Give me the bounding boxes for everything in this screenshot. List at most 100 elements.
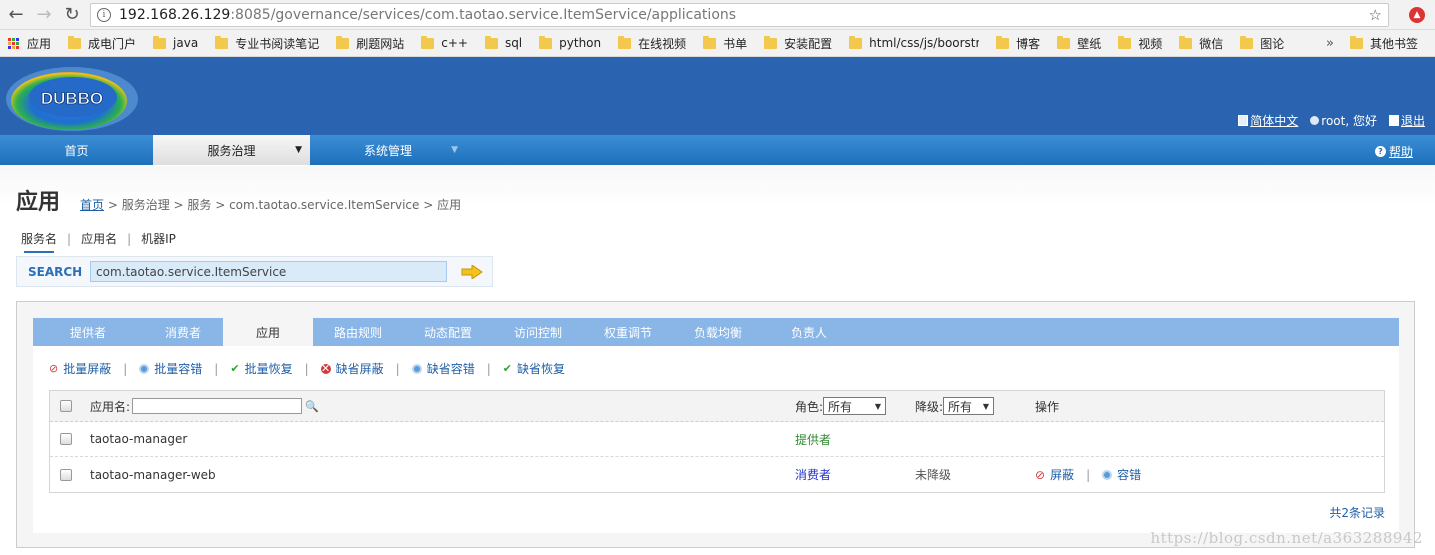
main-menu: 首页 服务治理 ▼ 系统管理 ▼ ? 帮助 xyxy=(0,135,1435,165)
search-input[interactable] xyxy=(90,261,447,282)
bookmark-item[interactable]: 博客 xyxy=(996,35,1040,52)
ops-header: 操作 xyxy=(1035,399,1060,414)
role-select[interactable]: 所有 ▼ xyxy=(823,397,887,415)
table-row: taotao-manager-web 消费者 未降级 ⊘ 屏蔽 | 容错 xyxy=(50,457,1384,492)
bookmark-item[interactable]: 视频 xyxy=(1118,35,1162,52)
folder-icon xyxy=(484,35,498,49)
bookmark-star-icon[interactable]: ☆ xyxy=(1369,6,1382,24)
tab-owners[interactable]: 负责人 xyxy=(763,318,855,346)
bookmark-item[interactable]: 在线视频 xyxy=(618,35,686,52)
page-title: 应用 xyxy=(16,190,61,215)
breadcrumb-home[interactable]: 首页 xyxy=(80,198,104,212)
record-count: 共2条记录 xyxy=(1329,506,1385,520)
bookmark-item[interactable]: c++ xyxy=(421,35,468,50)
bookmark-item[interactable]: 专业书阅读笔记 xyxy=(215,35,319,52)
tolerant-icon xyxy=(139,363,150,374)
more-bookmarks-button[interactable]: » xyxy=(1326,36,1334,51)
row-checkbox[interactable] xyxy=(60,468,72,481)
batch-actions: ⊘ 批量屏蔽 | 批量容错 | ✔ 批量恢复 | ✕ 缺省屏蔽 | 缺省容错 | ✔ 缺… xyxy=(49,360,565,377)
folder-icon xyxy=(764,35,778,49)
batch-recover-button[interactable]: ✔ 批量恢复 xyxy=(230,360,292,377)
bookmark-item[interactable]: 书单 xyxy=(703,35,747,52)
title-row: 应用 首页 > 服务治理 > 服务 > com.taotao.service.I… xyxy=(16,184,461,216)
app-name: taotao-manager-web xyxy=(90,467,216,482)
bookmark-item[interactable]: sql xyxy=(484,35,522,50)
default-forbid-button[interactable]: ✕ 缺省屏蔽 xyxy=(320,360,384,377)
bookmark-item[interactable]: python xyxy=(539,35,601,50)
bookmark-item[interactable]: html/css/js/boorstra xyxy=(849,35,979,50)
logout-icon xyxy=(1388,115,1399,126)
batch-tolerant-button[interactable]: 批量容错 xyxy=(139,360,202,377)
tab-applications[interactable]: 应用 xyxy=(223,318,313,346)
search-tab-app[interactable]: 应用名 xyxy=(81,230,117,247)
close-circle-icon: ✕ xyxy=(320,362,331,375)
batch-forbid-button[interactable]: ⊘ 批量屏蔽 xyxy=(49,360,111,377)
header-links: 简体中文 root, 您好 退出 xyxy=(1238,112,1425,129)
table-row: taotao-manager 提供者 xyxy=(50,422,1384,457)
forbid-button[interactable]: ⊘ 屏蔽 xyxy=(1035,466,1074,483)
user-info: root, 您好 xyxy=(1310,112,1377,129)
apps-grid-icon[interactable] xyxy=(8,37,19,49)
row-ops: ⊘ 屏蔽 | 容错 xyxy=(1035,466,1142,483)
language-link[interactable]: 简体中文 xyxy=(1238,112,1298,129)
tolerant-button[interactable]: 容错 xyxy=(1102,466,1141,483)
folder-icon xyxy=(1349,35,1363,49)
help-link[interactable]: ? 帮助 xyxy=(1374,143,1413,160)
other-bookmarks[interactable]: 其他书签 xyxy=(1349,35,1418,52)
browser-toolbar: ← → ↻ i 192.168.26.129:8085/governance/s… xyxy=(0,0,1435,30)
tab-access[interactable]: 访问控制 xyxy=(493,318,583,346)
app-header: DUBBO 简体中文 root, 您好 退出 xyxy=(0,57,1435,135)
forward-icon[interactable]: → xyxy=(32,3,56,27)
service-panel: 提供者 消费者 应用 路由规则 动态配置 访问控制 权重调节 负载均衡 负责人 … xyxy=(16,301,1415,548)
menu-item-home[interactable]: 首页 xyxy=(0,135,153,165)
menu-item-system[interactable]: 系统管理 ▼ xyxy=(310,135,466,165)
default-recover-button[interactable]: ✔ 缺省恢复 xyxy=(503,360,565,377)
row-checkbox[interactable] xyxy=(60,433,72,445)
bookmark-apps[interactable]: 应用 xyxy=(27,35,51,52)
logout-link[interactable]: 退出 xyxy=(1388,112,1425,129)
bookmark-item[interactable]: 壁纸 xyxy=(1057,35,1101,52)
forbid-icon: ⊘ xyxy=(49,362,59,375)
default-tolerant-button[interactable]: 缺省容错 xyxy=(411,360,475,377)
table-header: 应用名: 🔍 角色: 所有 ▼ 降级: 所有 ▼ 操作 xyxy=(50,391,1384,422)
bookmark-item[interactable]: java xyxy=(153,35,198,50)
search-tab-service[interactable]: 服务名 xyxy=(21,230,57,253)
back-icon[interactable]: ← xyxy=(4,3,28,27)
tab-overrides[interactable]: 动态配置 xyxy=(403,318,493,346)
folder-icon xyxy=(539,35,553,49)
search-arrow-icon[interactable] xyxy=(461,264,483,279)
bookmarks-bar: 应用 成电门户 java 专业书阅读笔记 刷题网站 c++ sql python… xyxy=(0,30,1435,57)
select-all-checkbox[interactable] xyxy=(60,400,72,412)
forbid-icon: ⊘ xyxy=(1035,467,1046,482)
role-filter: 角色: 所有 ▼ xyxy=(795,397,887,415)
check-icon: ✔ xyxy=(230,362,240,375)
bookmark-item[interactable]: 刷题网站 xyxy=(336,35,404,52)
bookmark-item[interactable]: 安装配置 xyxy=(764,35,832,52)
tab-weights[interactable]: 权重调节 xyxy=(583,318,673,346)
app-name-filter-input[interactable] xyxy=(132,398,303,414)
bookmark-item[interactable]: 微信 xyxy=(1179,35,1223,52)
dropdown-caret-icon: ▼ xyxy=(295,145,302,155)
tab-consumers[interactable]: 消费者 xyxy=(143,318,223,346)
address-bar[interactable]: i 192.168.26.129:8085/governance/service… xyxy=(90,2,1389,27)
tab-loadbalance[interactable]: 负载均衡 xyxy=(673,318,763,346)
search-label: SEARCH xyxy=(28,264,83,279)
search-tab-ip[interactable]: 机器IP xyxy=(141,230,176,247)
tab-providers[interactable]: 提供者 xyxy=(33,318,143,346)
degrade-select[interactable]: 所有 ▼ xyxy=(943,397,995,415)
degrade-status: 未降级 xyxy=(915,468,952,482)
extension-icon[interactable]: ▲ xyxy=(1409,6,1425,23)
folder-icon xyxy=(215,35,229,49)
menu-item-governance[interactable]: 服务治理 ▼ xyxy=(153,135,310,165)
watermark: https://blog.csdn.net/a363288942 xyxy=(1150,529,1423,547)
tab-routes[interactable]: 路由规则 xyxy=(313,318,403,346)
search-icon[interactable]: 🔍 xyxy=(305,400,319,413)
bookmark-item[interactable]: 图论 xyxy=(1240,35,1284,52)
breadcrumb: 首页 > 服务治理 > 服务 > com.taotao.service.Item… xyxy=(80,198,462,212)
info-icon[interactable]: i xyxy=(97,7,111,22)
app-role: 提供者 xyxy=(795,432,832,447)
reload-icon[interactable]: ↻ xyxy=(60,3,84,27)
app-role: 消费者 xyxy=(795,468,832,482)
dropdown-caret-icon: ▼ xyxy=(982,401,990,411)
bookmark-item[interactable]: 成电门户 xyxy=(68,35,136,52)
